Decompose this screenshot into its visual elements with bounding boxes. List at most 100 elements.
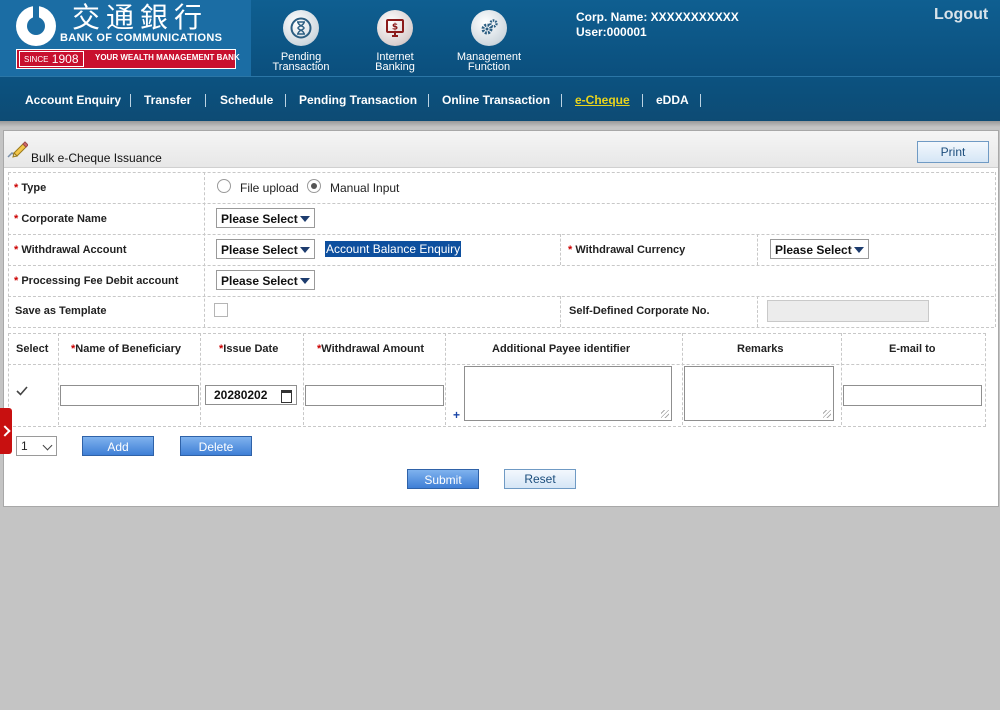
menu-e-cheque[interactable]: e-Cheque	[575, 93, 630, 107]
withdrawal-account-label: * Withdrawal Account	[14, 244, 127, 256]
col-issue-date-text: Issue Date	[223, 343, 279, 355]
file-upload-radio[interactable]	[217, 179, 231, 193]
submit-button[interactable]: Submit	[407, 469, 479, 489]
required-mark: *	[14, 244, 19, 256]
corporate-name-select[interactable]: Please Select	[216, 208, 315, 228]
nav-label: Pending Transaction	[272, 51, 330, 73]
since-text: SINCE	[24, 54, 49, 64]
grid-divider	[841, 333, 843, 425]
manual-input-radio[interactable]	[307, 179, 321, 193]
fee-account-select[interactable]: Please Select	[216, 270, 315, 290]
grid-divider	[303, 333, 305, 425]
grid-header-divider	[8, 364, 984, 365]
form-row-type	[8, 172, 994, 203]
menu-separator	[700, 94, 701, 107]
issue-date-input[interactable]: 20280202	[205, 385, 297, 405]
required-mark: *	[568, 244, 573, 256]
chevron-down-icon	[42, 440, 53, 451]
corporate-name-label: * Corporate Name	[14, 213, 107, 225]
self-defined-label: Self-Defined Corporate No.	[569, 305, 710, 317]
menu-separator	[428, 94, 429, 107]
add-payee-identifier-plus[interactable]: +	[453, 408, 460, 422]
self-defined-corporate-input[interactable]	[767, 300, 929, 322]
delete-button[interactable]: Delete	[180, 436, 252, 456]
user-id: User:000001	[576, 25, 647, 39]
menu-edda[interactable]: eDDA	[656, 93, 689, 107]
col-remarks: Remarks	[737, 343, 784, 355]
menu-separator	[285, 94, 286, 107]
resize-grip-icon[interactable]	[661, 410, 669, 418]
select-value: Please Select	[221, 212, 298, 226]
monitor-dollar-icon: $	[377, 10, 413, 46]
col-beneficiary: *Name of Beneficiary	[71, 343, 181, 355]
nav-pending-transaction[interactable]: Pending Transaction	[256, 10, 346, 73]
withdrawal-account-select[interactable]: Please Select	[216, 239, 315, 259]
bank-emblem-icon	[16, 6, 56, 46]
panel-header: Bulk e-Cheque Issuance Print	[4, 131, 998, 168]
dropdown-caret-icon	[300, 278, 310, 284]
hourglass-icon	[283, 10, 319, 46]
grid-divider	[445, 333, 447, 425]
bulk-e-cheque-panel: Bulk e-Cheque Issuance Print * Type File…	[3, 130, 999, 507]
menu-separator	[205, 94, 206, 107]
main-menu: Account Enquiry Transfer Schedule Pendin…	[0, 76, 1000, 122]
menu-transfer[interactable]: Transfer	[144, 93, 191, 107]
menu-schedule[interactable]: Schedule	[220, 93, 273, 107]
col-amount: *Withdrawal Amount	[317, 343, 424, 355]
calendar-icon[interactable]	[281, 390, 292, 403]
select-value: Please Select	[775, 243, 852, 257]
menu-separator	[561, 94, 562, 107]
select-value: Please Select	[221, 243, 298, 257]
nav-label: Internet Banking	[375, 51, 415, 73]
nav-management-function[interactable]: Management Function	[444, 10, 534, 73]
logout-link[interactable]: Logout	[934, 6, 988, 24]
svg-text:$: $	[392, 23, 398, 33]
withdrawal-amount-input[interactable]	[305, 385, 444, 406]
type-label: * Type	[14, 182, 46, 194]
row-count-value: 1	[21, 439, 28, 453]
col-select: Select	[16, 343, 49, 355]
gears-icon	[471, 10, 507, 46]
side-panel-toggle[interactable]	[0, 408, 12, 454]
col-issue-date: *Issue Date	[219, 343, 278, 355]
dropdown-caret-icon	[300, 216, 310, 222]
type-label-text: Type	[21, 182, 47, 194]
logo-english-name: BANK OF COMMUNICATIONS	[60, 32, 223, 44]
payee-identifier-textarea[interactable]	[464, 366, 672, 421]
menu-account-enquiry[interactable]: Account Enquiry	[25, 93, 121, 107]
remarks-textarea[interactable]	[684, 366, 834, 421]
withdrawal-currency-select[interactable]: Please Select	[770, 239, 869, 259]
file-upload-label[interactable]: File upload	[240, 181, 299, 195]
save-template-checkbox[interactable]	[214, 303, 228, 317]
grid-divider	[58, 333, 60, 425]
email-input[interactable]	[843, 385, 982, 406]
account-info: Corp. Name: XXXXXXXXXXX User:000001	[576, 10, 739, 40]
beneficiary-name-input[interactable]	[60, 385, 199, 406]
since-badge: SINCE 1908	[19, 51, 84, 67]
edit-pencil-icon	[7, 141, 28, 158]
since-year: 1908	[51, 52, 79, 66]
required-mark: *	[14, 182, 19, 194]
manual-input-label[interactable]: Manual Input	[330, 181, 399, 195]
print-button[interactable]: Print	[917, 141, 989, 163]
reset-button[interactable]: Reset	[504, 469, 576, 489]
menu-pending-transaction[interactable]: Pending Transaction	[299, 93, 417, 107]
grid-divider	[200, 333, 202, 425]
menu-online-transaction[interactable]: Online Transaction	[442, 93, 550, 107]
nav-label: Management Function	[456, 51, 522, 73]
row-count-select[interactable]: 1	[16, 436, 57, 456]
row-select-checkmark-icon[interactable]	[16, 385, 28, 397]
corporate-name-label-text: Corporate Name	[21, 213, 107, 225]
nav-internet-banking[interactable]: $ Internet Banking	[350, 10, 440, 73]
menu-separator	[130, 94, 131, 107]
account-balance-enquiry-link[interactable]: Account Balance Enquiry	[325, 241, 462, 257]
resize-grip-icon[interactable]	[823, 410, 831, 418]
logo-chinese-name: 交通銀行	[72, 1, 209, 34]
add-button[interactable]: Add	[82, 436, 154, 456]
menu-shadow	[0, 121, 1000, 127]
col-beneficiary-text: Name of Beneficiary	[75, 343, 182, 355]
menu-separator	[642, 94, 643, 107]
bank-logo[interactable]: 交通銀行 BANK OF COMMUNICATIONS SINCE 1908 Y…	[0, 0, 251, 76]
withdrawal-currency-label: * Withdrawal Currency	[568, 244, 685, 256]
chevron-right-icon	[0, 425, 11, 437]
